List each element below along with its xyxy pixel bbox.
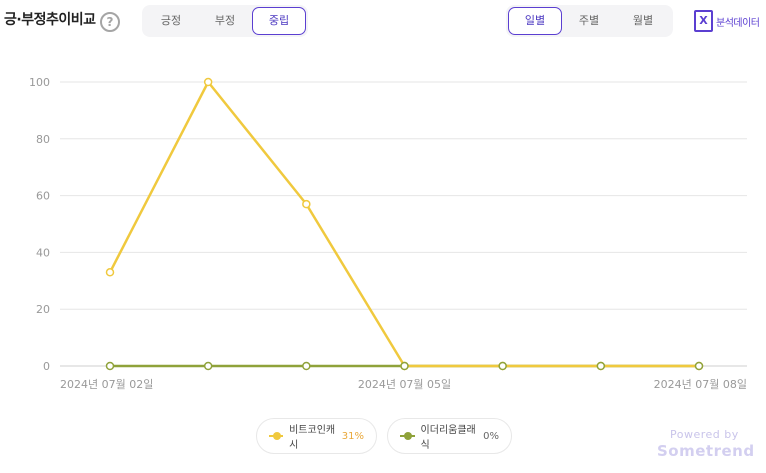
- y-tick-label: 60: [36, 190, 50, 203]
- legend-item-series-2[interactable]: 이더리움클래식 0%: [387, 418, 512, 454]
- x-tick-label: 2024년 07월 08일: [654, 377, 747, 391]
- series-line-1: [108, 80, 699, 368]
- y-tick-label: 100: [29, 76, 50, 89]
- line-chart: 0 20 40 60 80 100 2024년 07월 02일 2024년 07월 05일 20…: [29, 76, 747, 391]
- series-2-point: [596, 361, 606, 371]
- y-tick-label: 40: [36, 246, 50, 259]
- x-tick-label: 2024년 07월 05일: [358, 377, 451, 391]
- series-1-point: [302, 199, 311, 209]
- y-tick-label: 20: [36, 303, 50, 316]
- legend-label-series-2: 이더리움클래식: [420, 425, 476, 451]
- x-tick-label: 2024년 07월 02일: [60, 377, 153, 391]
- series-1-point: [105, 268, 115, 277]
- powered-by-text: Powered by: [670, 428, 739, 441]
- y-tick-label: 0: [43, 360, 50, 373]
- y-tick-label: 80: [36, 133, 50, 146]
- series-2-point: [400, 361, 409, 371]
- legend-marker-series-1: [269, 432, 284, 440]
- series-2-point: [203, 361, 213, 371]
- legend-marker-series-2: [400, 432, 415, 440]
- series-1-point: [203, 77, 213, 87]
- brand-logo: Sometrend: [657, 442, 755, 460]
- series-2-point: [498, 361, 507, 371]
- legend-share-series-1: 31%: [341, 430, 364, 442]
- legend-share-series-2: 0%: [483, 430, 499, 442]
- series-2-point: [302, 361, 311, 371]
- legend-label-series-1: 비트코인캐시: [289, 425, 336, 451]
- series-2-point: [105, 361, 115, 371]
- legend-item-series-1[interactable]: 비트코인캐시 31%: [256, 418, 377, 454]
- series-2-point: [694, 361, 704, 371]
